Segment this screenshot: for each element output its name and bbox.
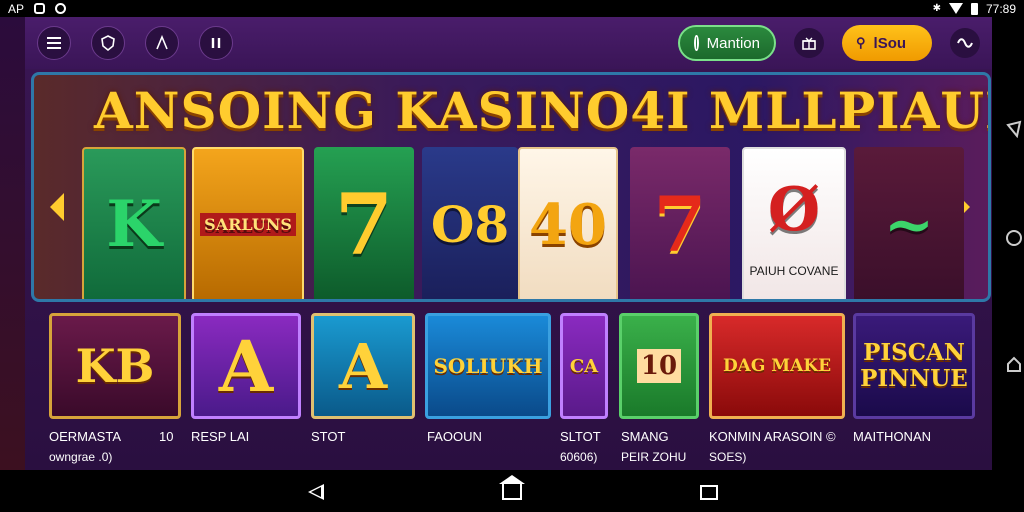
reel-symbol: 7 (630, 147, 730, 299)
battery-icon (970, 2, 978, 15)
recent-side-icon[interactable] (1005, 355, 1023, 373)
link-icon (957, 38, 973, 48)
featured-banner[interactable]: ANSOING KASINO4I MLLPIAUEN K SARLUNS 7 O… (31, 72, 991, 302)
game-title[interactable]: FAOOUN (427, 429, 482, 445)
carousel-prev-icon[interactable] (50, 193, 64, 221)
settings-icon (55, 3, 67, 14)
game-title[interactable]: SMANG (621, 429, 669, 445)
pause-icon (211, 38, 221, 48)
game-card[interactable]: KB (49, 313, 181, 419)
spin-icon (694, 35, 699, 51)
reel-caption: PAIUH COVANE (749, 264, 839, 278)
reel-symbol: Ø PAIUH COVANE (742, 147, 846, 299)
game-subtitle: PEIR ZOHU (621, 450, 687, 464)
pause-button[interactable] (199, 26, 233, 60)
menu-icon (47, 37, 61, 49)
coin-balance-button[interactable]: ⚲ lSou (842, 25, 932, 61)
reel-symbol: O8 (422, 147, 518, 299)
game-title[interactable]: RESP LAI (191, 429, 249, 445)
clock: 77:89 (985, 1, 1016, 16)
game-badge: 10 (159, 429, 174, 444)
game-labels: OERMASTA 10 owngrae .0) RESP LAI STOT FA… (25, 427, 992, 467)
game-subtitle: 60606) (560, 450, 598, 464)
carrier-label: AP (8, 1, 25, 16)
menu-button[interactable] (37, 26, 71, 60)
status-bar: AP ✱ 77:89 (0, 0, 1024, 17)
game-card[interactable]: CA (560, 313, 608, 419)
left-gutter (0, 17, 25, 470)
game-title[interactable]: OERMASTA (49, 429, 121, 445)
coin-label: lSou (873, 34, 907, 52)
game-title[interactable]: KONMIN ARASOIN © (709, 429, 836, 445)
gift-icon (802, 37, 816, 50)
bluetooth-icon: ✱ (932, 3, 941, 14)
wheel-icon (156, 35, 168, 50)
recents-icon[interactable] (700, 485, 718, 500)
reel-symbol: SARLUNS (192, 147, 304, 299)
game-card[interactable]: DAG MAKE (709, 313, 845, 419)
home-icon[interactable] (499, 475, 525, 500)
game-subtitle: SOES) (709, 450, 747, 464)
reel-symbol: 40 (518, 147, 618, 299)
game-title[interactable]: STOT (311, 429, 345, 445)
mission-button[interactable]: Mantion (678, 25, 776, 61)
game-card[interactable]: SOLIUKH (425, 313, 551, 419)
game-card[interactable]: A (311, 313, 415, 419)
link-button[interactable] (950, 28, 980, 58)
shield-icon (101, 35, 115, 51)
casino-app: Mantion ⚲ lSou ANSOING KASINO4I MLLPIAUE… (25, 17, 992, 470)
shield-button[interactable] (91, 26, 125, 60)
reel-symbol: K (82, 147, 186, 299)
game-subtitle: owngrae .0) (49, 450, 113, 464)
reel-symbol: 7 (314, 147, 414, 299)
user-icon: ⚲ (856, 35, 866, 50)
game-grid: KB A A SOLIUKH CA 10 DAG MAKE PISCAN PIN… (25, 313, 992, 423)
top-bar: Mantion ⚲ lSou (25, 17, 992, 69)
wifi-icon (948, 3, 963, 14)
game-card[interactable]: PISCAN PINNUE (853, 313, 975, 419)
game-card[interactable]: A (191, 313, 301, 419)
wheel-button[interactable] (145, 26, 179, 60)
gift-button[interactable] (794, 28, 824, 58)
back-side-icon[interactable] (1005, 120, 1023, 138)
banner-title: ANSOING KASINO4I MLLPIAUEN (94, 81, 991, 140)
system-nav-bar (0, 470, 1024, 512)
back-icon[interactable] (308, 484, 324, 500)
reel-symbol: ~ (854, 147, 964, 299)
game-title[interactable]: MAITHONAN (853, 429, 931, 445)
notification-icon (34, 3, 46, 14)
mission-label: Mantion (706, 34, 760, 52)
game-title[interactable]: SLTOT (560, 429, 601, 445)
home-side-icon[interactable] (1005, 229, 1023, 247)
game-card[interactable]: 10 (619, 313, 699, 419)
